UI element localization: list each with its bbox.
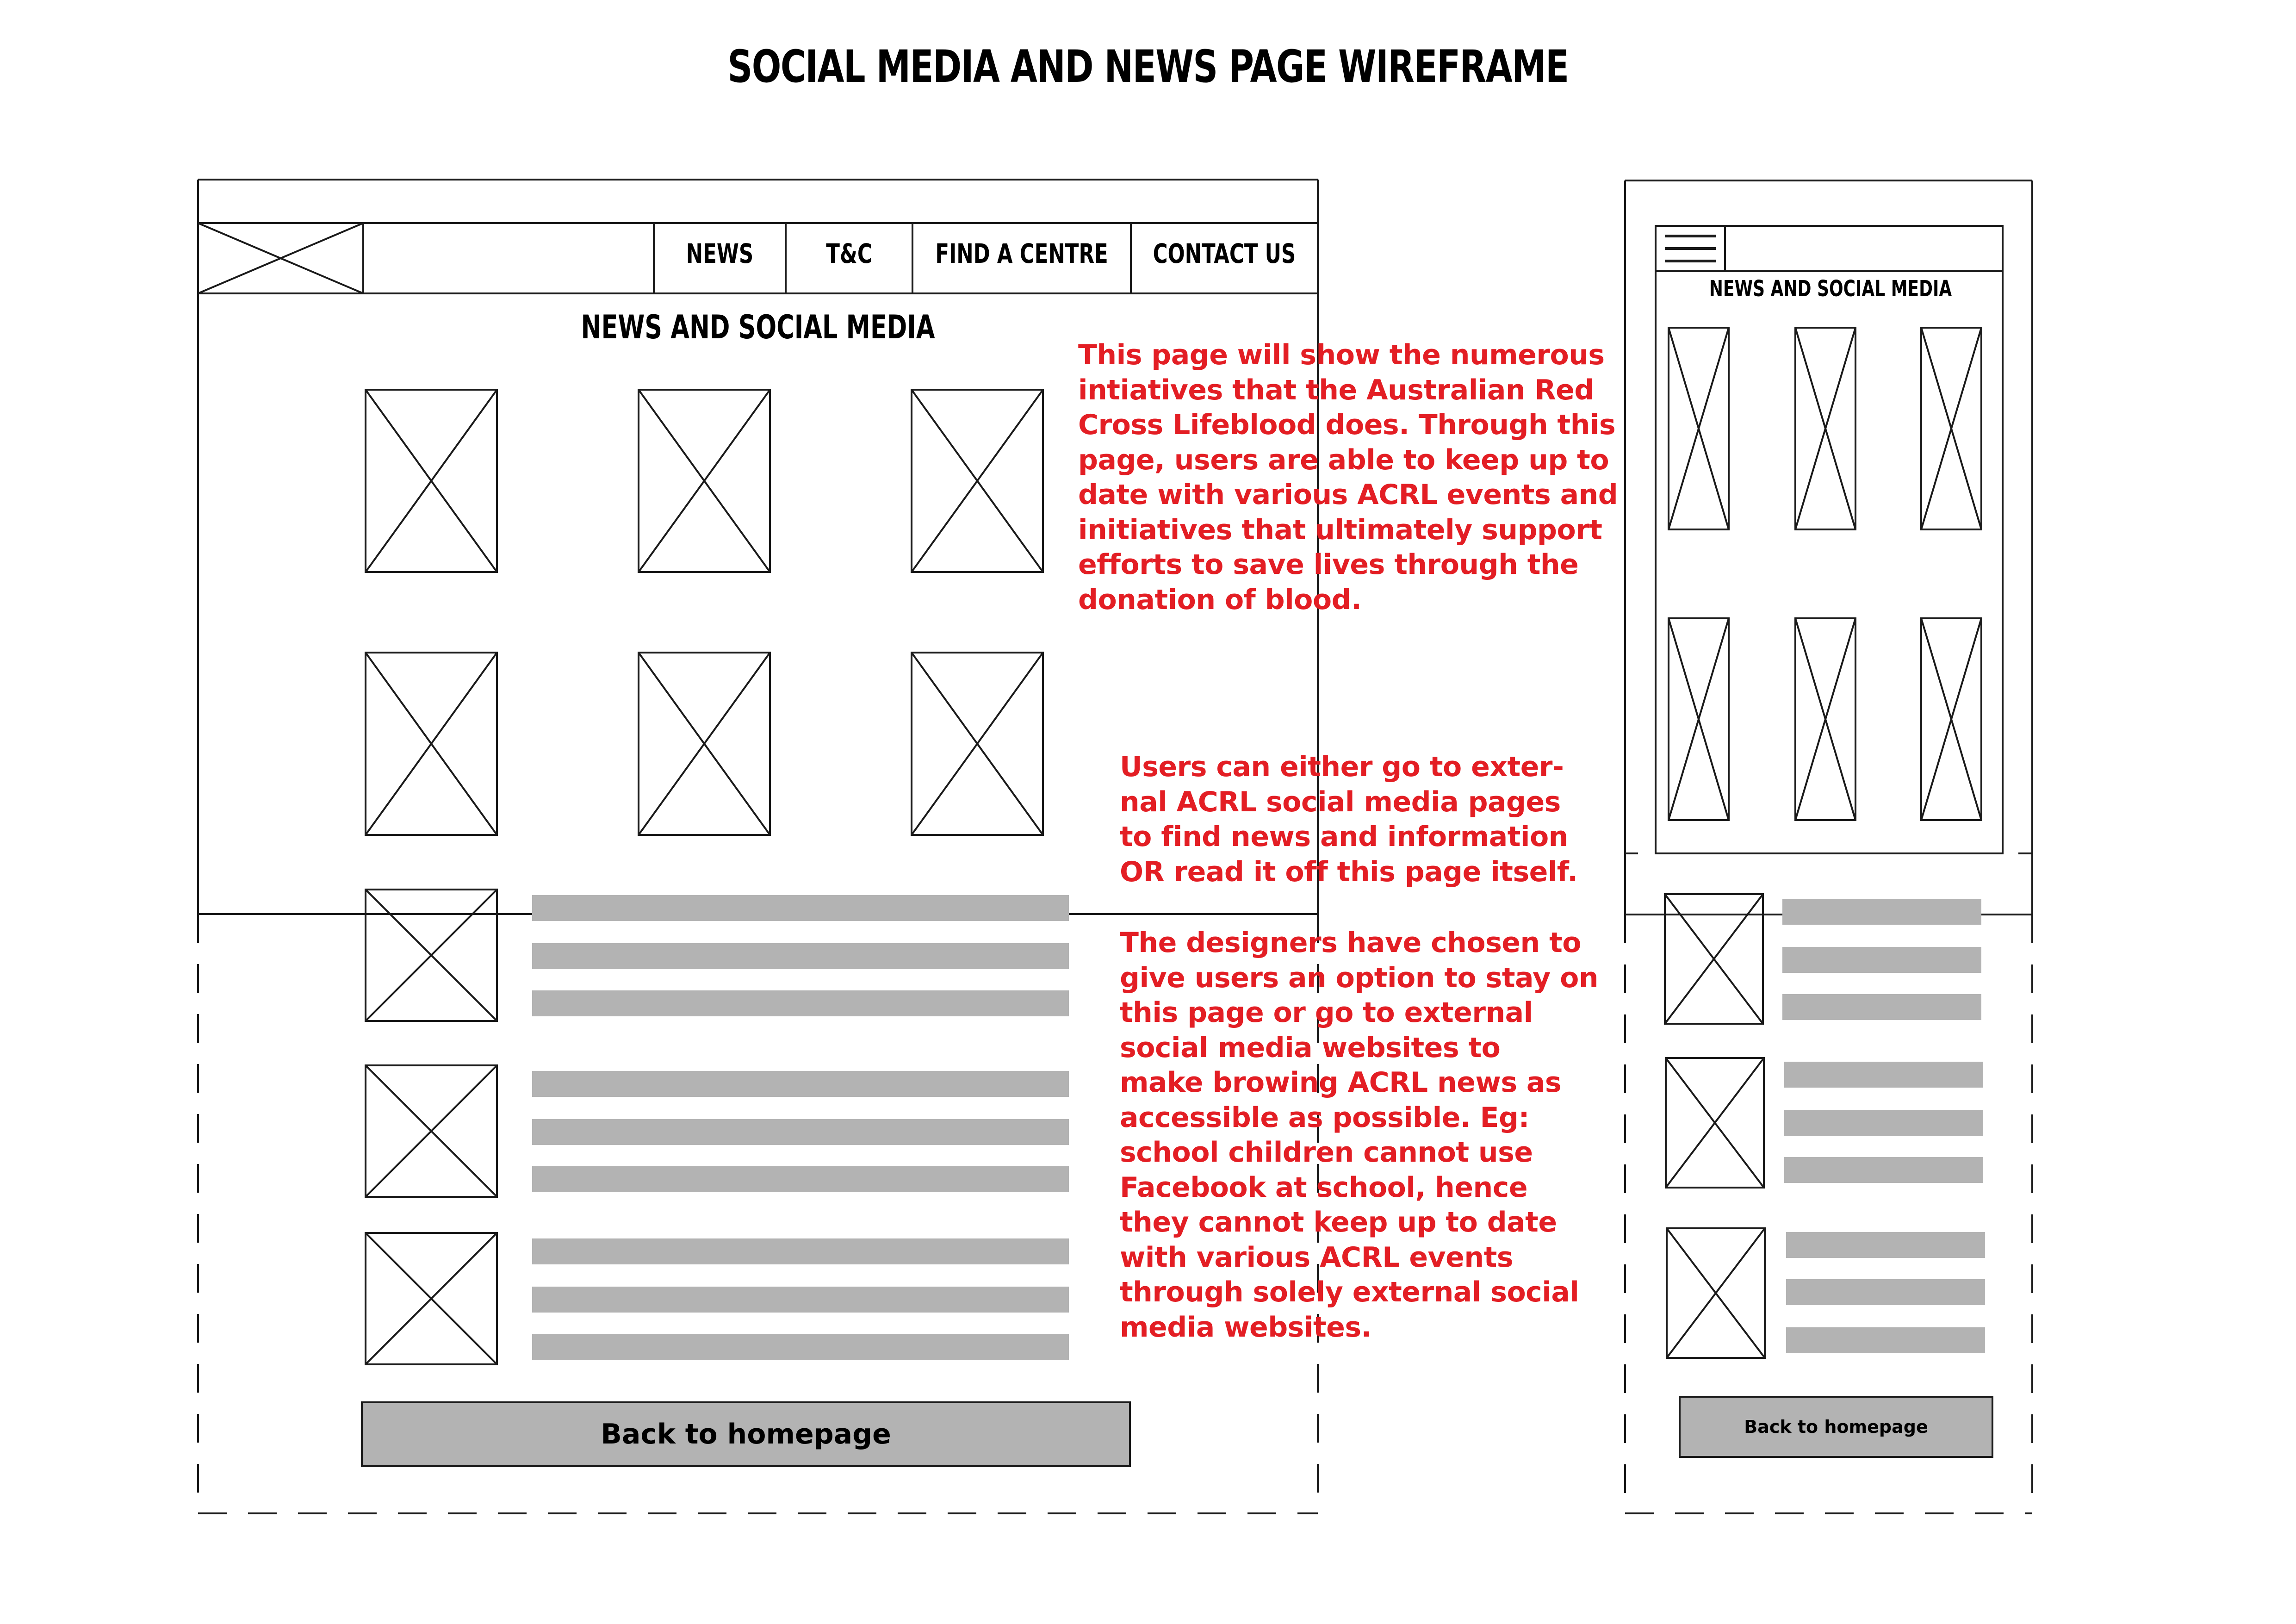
- nav-contact-us[interactable]: CONTACT US: [1153, 217, 1296, 291]
- logo-placeholder: [198, 222, 364, 294]
- image-placeholder[interactable]: [1668, 617, 1730, 821]
- news-item[interactable]: [365, 1232, 1069, 1365]
- mobile-page-heading: NEWS AND SOCIAL MEDIA: [1709, 276, 1952, 302]
- image-placeholder[interactable]: [638, 652, 771, 836]
- nav-find-a-centre[interactable]: FIND A CENTRE: [935, 217, 1108, 291]
- news-item[interactable]: [1666, 1227, 1985, 1359]
- image-placeholder[interactable]: [365, 389, 498, 573]
- desktop-news-list: [365, 889, 1069, 1365]
- nav-tc[interactable]: T&C: [801, 217, 897, 291]
- mobile-image-grid: [1668, 327, 1982, 821]
- desktop-image-grid: [365, 389, 1044, 836]
- hamburger-icon[interactable]: [1665, 235, 1716, 262]
- news-item[interactable]: [365, 1064, 1069, 1198]
- back-to-homepage-button[interactable]: Back to homepage: [361, 1401, 1131, 1467]
- nav-news[interactable]: NEWS: [670, 217, 769, 291]
- image-placeholder[interactable]: [1920, 617, 1982, 821]
- desktop-page-heading: NEWS AND SOCIAL MEDIA: [581, 308, 935, 346]
- image-placeholder[interactable]: [911, 652, 1044, 836]
- annotation-note-2: Users can either go to exter- nal ACRL s…: [1120, 751, 1578, 888]
- mobile-news-list: [1664, 893, 1985, 1359]
- news-item[interactable]: [365, 889, 1069, 1022]
- image-placeholder[interactable]: [1794, 327, 1856, 530]
- mobile-back-to-homepage-button[interactable]: Back to homepage: [1679, 1396, 1993, 1458]
- image-placeholder[interactable]: [1794, 617, 1856, 821]
- image-placeholder[interactable]: [911, 389, 1044, 573]
- image-placeholder[interactable]: [365, 652, 498, 836]
- news-item[interactable]: [1665, 1057, 1983, 1188]
- annotation-note-1: This page will show the numerous intiati…: [1078, 339, 1618, 616]
- annotation-note-3: The designers have chosen to give users …: [1120, 927, 1599, 1344]
- image-placeholder[interactable]: [1920, 327, 1982, 530]
- wireframe-board: SOCIAL MEDIA AND NEWS PAGE WIREFRAME NEW…: [0, 0, 2296, 1624]
- image-placeholder[interactable]: [1668, 327, 1730, 530]
- diagram-title: SOCIAL MEDIA AND NEWS PAGE WIREFRAME: [727, 41, 1569, 93]
- image-placeholder[interactable]: [638, 389, 771, 573]
- mobile-frame: [1624, 180, 2033, 1514]
